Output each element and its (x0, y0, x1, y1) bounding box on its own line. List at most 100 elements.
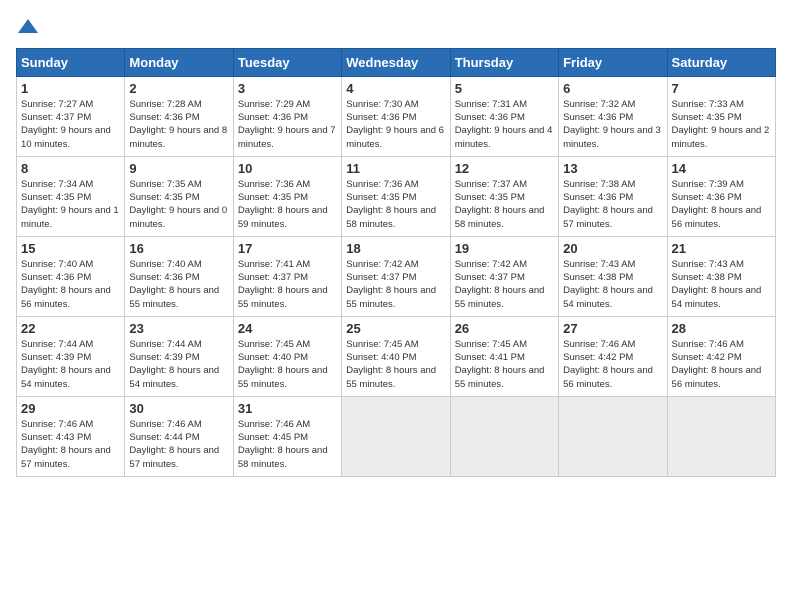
calendar-cell: 7 Sunrise: 7:33 AMSunset: 4:35 PMDaylight… (667, 76, 775, 156)
cell-info: Sunrise: 7:34 AMSunset: 4:35 PMDaylight:… (21, 179, 119, 230)
cell-info: Sunrise: 7:44 AMSunset: 4:39 PMDaylight:… (21, 339, 111, 390)
day-number: 27 (563, 321, 662, 336)
day-number: 7 (672, 81, 771, 96)
calendar-cell: 24 Sunrise: 7:45 AMSunset: 4:40 PMDayligh… (233, 316, 341, 396)
cell-info: Sunrise: 7:36 AMSunset: 4:35 PMDaylight:… (238, 179, 328, 230)
header-cell-tuesday: Tuesday (233, 48, 341, 76)
cell-info: Sunrise: 7:27 AMSunset: 4:37 PMDaylight:… (21, 99, 111, 150)
calendar-cell: 4 Sunrise: 7:30 AMSunset: 4:36 PMDaylight… (342, 76, 450, 156)
cell-info: Sunrise: 7:28 AMSunset: 4:36 PMDaylight:… (129, 99, 227, 150)
header-cell-wednesday: Wednesday (342, 48, 450, 76)
day-number: 23 (129, 321, 228, 336)
day-number: 28 (672, 321, 771, 336)
day-number: 12 (455, 161, 554, 176)
header-cell-monday: Monday (125, 48, 233, 76)
page-header (16, 16, 776, 36)
calendar-cell: 28Sunrise: 7:46 AMSunset: 4:42 PMDayligh… (667, 316, 775, 396)
cell-info: Sunrise: 7:33 AMSunset: 4:35 PMDaylight:… (672, 99, 770, 150)
day-number: 9 (129, 161, 228, 176)
day-number: 24 (238, 321, 337, 336)
calendar-cell: 14Sunrise: 7:39 AMSunset: 4:36 PMDayligh… (667, 156, 775, 236)
calendar-table: SundayMondayTuesdayWednesdayThursdayFrid… (16, 48, 776, 477)
week-row-2: 8 Sunrise: 7:34 AMSunset: 4:35 PMDaylight… (17, 156, 776, 236)
cell-info: Sunrise: 7:42 AMSunset: 4:37 PMDaylight:… (346, 259, 436, 310)
day-number: 20 (563, 241, 662, 256)
calendar-cell (342, 396, 450, 476)
cell-info: Sunrise: 7:37 AMSunset: 4:35 PMDaylight:… (455, 179, 545, 230)
calendar-cell: 31 Sunrise: 7:46 AMSunset: 4:45 PMDayligh… (233, 396, 341, 476)
cell-info: Sunrise: 7:35 AMSunset: 4:35 PMDaylight:… (129, 179, 227, 230)
calendar-cell: 21 Sunrise: 7:43 AMSunset: 4:38 PMDayligh… (667, 236, 775, 316)
cell-info: Sunrise: 7:29 AMSunset: 4:36 PMDaylight:… (238, 99, 336, 150)
day-number: 29 (21, 401, 120, 416)
day-number: 1 (21, 81, 120, 96)
calendar-header-row: SundayMondayTuesdayWednesdayThursdayFrid… (17, 48, 776, 76)
calendar-cell (450, 396, 558, 476)
day-number: 14 (672, 161, 771, 176)
day-number: 6 (563, 81, 662, 96)
cell-info: Sunrise: 7:46 AMSunset: 4:45 PMDaylight:… (238, 419, 328, 470)
cell-info: Sunrise: 7:38 AMSunset: 4:36 PMDaylight:… (563, 179, 653, 230)
cell-info: Sunrise: 7:45 AMSunset: 4:41 PMDaylight:… (455, 339, 545, 390)
calendar-cell: 23 Sunrise: 7:44 AMSunset: 4:39 PMDayligh… (125, 316, 233, 396)
cell-info: Sunrise: 7:40 AMSunset: 4:36 PMDaylight:… (21, 259, 111, 310)
day-number: 17 (238, 241, 337, 256)
week-row-1: 1 Sunrise: 7:27 AMSunset: 4:37 PMDaylight… (17, 76, 776, 156)
day-number: 25 (346, 321, 445, 336)
day-number: 18 (346, 241, 445, 256)
calendar-cell: 26 Sunrise: 7:45 AMSunset: 4:41 PMDayligh… (450, 316, 558, 396)
week-row-5: 29 Sunrise: 7:46 AMSunset: 4:43 PMDayligh… (17, 396, 776, 476)
calendar-cell: 29 Sunrise: 7:46 AMSunset: 4:43 PMDayligh… (17, 396, 125, 476)
day-number: 10 (238, 161, 337, 176)
calendar-cell: 10 Sunrise: 7:36 AMSunset: 4:35 PMDayligh… (233, 156, 341, 236)
calendar-cell: 27 Sunrise: 7:46 AMSunset: 4:42 PMDayligh… (559, 316, 667, 396)
day-number: 8 (21, 161, 120, 176)
calendar-cell: 25 Sunrise: 7:45 AMSunset: 4:40 PMDayligh… (342, 316, 450, 396)
cell-info: Sunrise: 7:45 AMSunset: 4:40 PMDaylight:… (346, 339, 436, 390)
cell-info: Sunrise: 7:30 AMSunset: 4:36 PMDaylight:… (346, 99, 444, 150)
header-cell-saturday: Saturday (667, 48, 775, 76)
day-number: 26 (455, 321, 554, 336)
week-row-3: 15Sunrise: 7:40 AMSunset: 4:36 PMDayligh… (17, 236, 776, 316)
day-number: 21 (672, 241, 771, 256)
cell-info: Sunrise: 7:43 AMSunset: 4:38 PMDaylight:… (672, 259, 762, 310)
day-number: 19 (455, 241, 554, 256)
header-cell-thursday: Thursday (450, 48, 558, 76)
day-number: 2 (129, 81, 228, 96)
logo (16, 16, 38, 36)
calendar-cell: 16Sunrise: 7:40 AMSunset: 4:36 PMDayligh… (125, 236, 233, 316)
calendar-cell: 17 Sunrise: 7:41 AMSunset: 4:37 PMDayligh… (233, 236, 341, 316)
calendar-cell: 6 Sunrise: 7:32 AMSunset: 4:36 PMDaylight… (559, 76, 667, 156)
cell-info: Sunrise: 7:32 AMSunset: 4:36 PMDaylight:… (563, 99, 661, 150)
day-number: 11 (346, 161, 445, 176)
calendar-cell: 20Sunrise: 7:43 AMSunset: 4:38 PMDayligh… (559, 236, 667, 316)
day-number: 31 (238, 401, 337, 416)
header-cell-friday: Friday (559, 48, 667, 76)
day-number: 22 (21, 321, 120, 336)
week-row-4: 22 Sunrise: 7:44 AMSunset: 4:39 PMDayligh… (17, 316, 776, 396)
calendar-cell: 2 Sunrise: 7:28 AMSunset: 4:36 PMDaylight… (125, 76, 233, 156)
calendar-cell: 1 Sunrise: 7:27 AMSunset: 4:37 PMDaylight… (17, 76, 125, 156)
calendar-cell: 5 Sunrise: 7:31 AMSunset: 4:36 PMDaylight… (450, 76, 558, 156)
calendar-cell: 8 Sunrise: 7:34 AMSunset: 4:35 PMDaylight… (17, 156, 125, 236)
day-number: 4 (346, 81, 445, 96)
cell-info: Sunrise: 7:31 AMSunset: 4:36 PMDaylight:… (455, 99, 553, 150)
cell-info: Sunrise: 7:45 AMSunset: 4:40 PMDaylight:… (238, 339, 328, 390)
logo-icon (18, 19, 38, 33)
cell-info: Sunrise: 7:46 AMSunset: 4:44 PMDaylight:… (129, 419, 219, 470)
day-number: 30 (129, 401, 228, 416)
cell-info: Sunrise: 7:42 AMSunset: 4:37 PMDaylight:… (455, 259, 545, 310)
cell-info: Sunrise: 7:46 AMSunset: 4:43 PMDaylight:… (21, 419, 111, 470)
cell-info: Sunrise: 7:36 AMSunset: 4:35 PMDaylight:… (346, 179, 436, 230)
day-number: 13 (563, 161, 662, 176)
cell-info: Sunrise: 7:40 AMSunset: 4:36 PMDaylight:… (129, 259, 219, 310)
calendar-cell: 9 Sunrise: 7:35 AMSunset: 4:35 PMDaylight… (125, 156, 233, 236)
day-number: 5 (455, 81, 554, 96)
day-number: 3 (238, 81, 337, 96)
calendar-cell: 12 Sunrise: 7:37 AMSunset: 4:35 PMDayligh… (450, 156, 558, 236)
calendar-cell: 15Sunrise: 7:40 AMSunset: 4:36 PMDayligh… (17, 236, 125, 316)
cell-info: Sunrise: 7:44 AMSunset: 4:39 PMDaylight:… (129, 339, 219, 390)
cell-info: Sunrise: 7:41 AMSunset: 4:37 PMDaylight:… (238, 259, 328, 310)
cell-info: Sunrise: 7:46 AMSunset: 4:42 PMDaylight:… (563, 339, 653, 390)
calendar-cell: 22 Sunrise: 7:44 AMSunset: 4:39 PMDayligh… (17, 316, 125, 396)
